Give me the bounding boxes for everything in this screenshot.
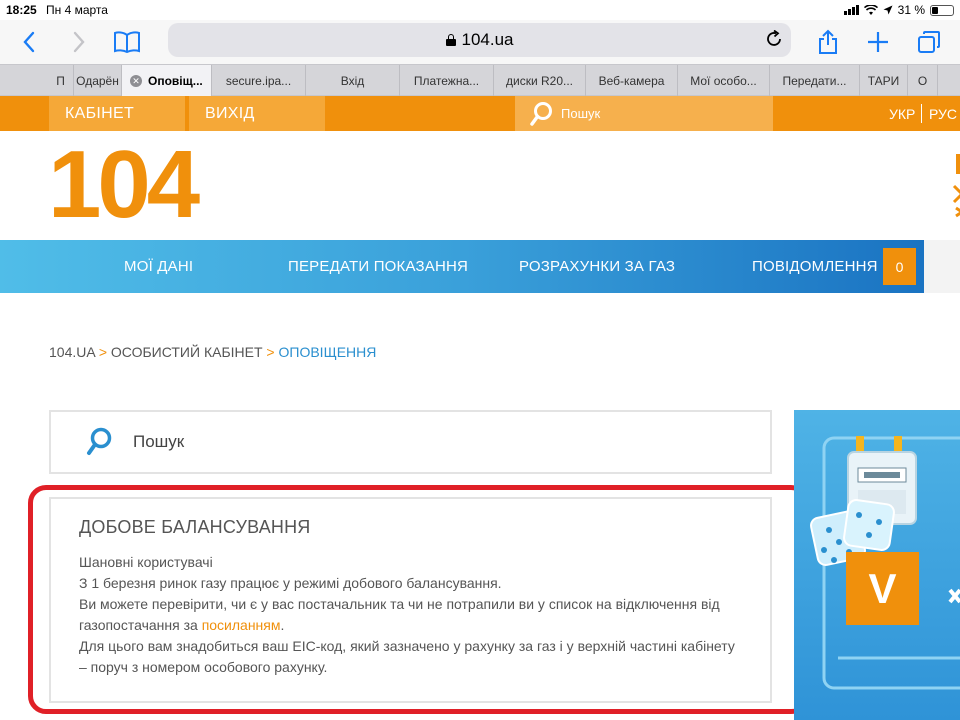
lang-ru-link[interactable]: РУС [929,96,957,131]
notice-link[interactable]: посиланням [202,617,281,633]
url-text: 104.ua [461,30,514,49]
banner-v-badge: V [846,552,919,625]
nav-gas-payments[interactable]: РОЗРАХУНКИ ЗА ГАЗ [519,240,675,293]
main-nav: МОЇ ДАНІ ПЕРЕДАТИ ПОКАЗАННЯ РОЗРАХУНКИ З… [0,240,924,293]
tab[interactable]: Мої особо... [678,65,770,96]
bookmarks-icon[interactable] [111,26,143,58]
tab[interactable]: диски R20... [494,65,586,96]
breadcrumb: 104.UA > ОСОБИСТИЙ КАБІНЕТ > ОПОВІЩЕННЯ [49,344,376,360]
tab[interactable]: ТАРИ [860,65,908,96]
tab[interactable]: Веб-камера [586,65,678,96]
battery-icon [930,4,954,16]
tab[interactable]: Одарён [74,65,122,96]
notice-line: Ви можете перевірити, чи є у вас постача… [79,594,742,636]
breadcrumb-cabinet[interactable]: ОСОБИСТИЙ КАБІНЕТ [111,344,263,360]
tab-label: Оповіщ... [148,73,203,88]
tab[interactable]: secure.ipa... [212,65,306,96]
breadcrumb-separator: > [98,344,108,360]
notice-card: ДОБОВЕ БАЛАНСУВАННЯ Шановні користувачі … [49,497,772,703]
top-search-field[interactable]: Пошук [515,96,773,131]
lock-icon [445,34,456,46]
search-icon [87,427,112,455]
close-tab-icon[interactable]: ✕ [130,74,142,87]
nav-extension [924,240,960,293]
breadcrumb-separator: > [266,344,275,360]
status-date: Пн 4 марта [46,3,108,17]
battery-percent: 31 % [897,3,925,17]
nav-my-data[interactable]: МОЇ ДАНІ [124,240,193,293]
signal-icon [843,5,859,15]
site-top-bar: КАБІНЕТ ВИХІД Пошук УКР РУС [0,96,960,131]
tab[interactable]: Платежна... [400,65,494,96]
status-indicators: 31 % [843,3,954,17]
status-bar: 18:25 Пн 4 марта 31 % [0,0,960,20]
notifications-count-badge[interactable]: 0 [883,248,916,285]
share-icon[interactable] [812,26,844,58]
header-side-graphic [952,150,960,220]
breadcrumb-home[interactable]: 104.UA [49,344,95,360]
lang-uk-link[interactable]: УКР [889,96,915,131]
tab[interactable]: П [48,65,74,96]
top-search-placeholder: Пошук [561,106,601,121]
search-icon [530,101,552,126]
tab-strip: П Одарён ✕ Оповіщ... secure.ipa... Вхід … [0,64,960,96]
nav-notifications[interactable]: ПОВІДОМЛЕННЯ [752,240,878,293]
tabs-overview-icon[interactable] [913,26,945,58]
nav-submit-readings[interactable]: ПЕРЕДАТИ ПОКАЗАННЯ [288,240,468,293]
cabinet-link[interactable]: КАБІНЕТ [49,96,185,131]
back-icon[interactable] [13,26,45,58]
new-tab-icon[interactable] [862,26,894,58]
wifi-icon [863,4,878,15]
notice-title: ДОБОВЕ БАЛАНСУВАННЯ [79,517,311,537]
forward-icon[interactable] [63,26,95,58]
tab[interactable]: О [908,65,938,96]
lang-divider [921,104,922,123]
location-icon [883,5,893,15]
logout-link[interactable]: ВИХІД [189,96,325,131]
notice-text: Ви можете перевірити, чи є у вас постача… [79,596,720,633]
notice-line: З 1 березня ринок газу працює у режимі д… [79,575,502,591]
page-search-placeholder: Пошук [133,432,185,451]
breadcrumb-current: ОПОВІЩЕННЯ [278,344,377,360]
tab-active[interactable]: ✕ Оповіщ... [122,65,212,96]
address-bar[interactable]: 104.ua [168,23,791,57]
page-search-input[interactable]: Пошук [49,410,772,474]
tab[interactable]: Вхід [306,65,400,96]
tab[interactable]: Передати... [770,65,860,96]
notice-line: Для цього вам знадобиться ваш EIC-код, я… [79,638,735,675]
notice-greeting: Шановні користувачі [79,554,213,570]
site-logo[interactable]: 104 [48,137,200,233]
reload-icon[interactable] [765,29,783,53]
status-time: 18:25 [6,3,37,17]
notice-text: . [280,617,285,633]
